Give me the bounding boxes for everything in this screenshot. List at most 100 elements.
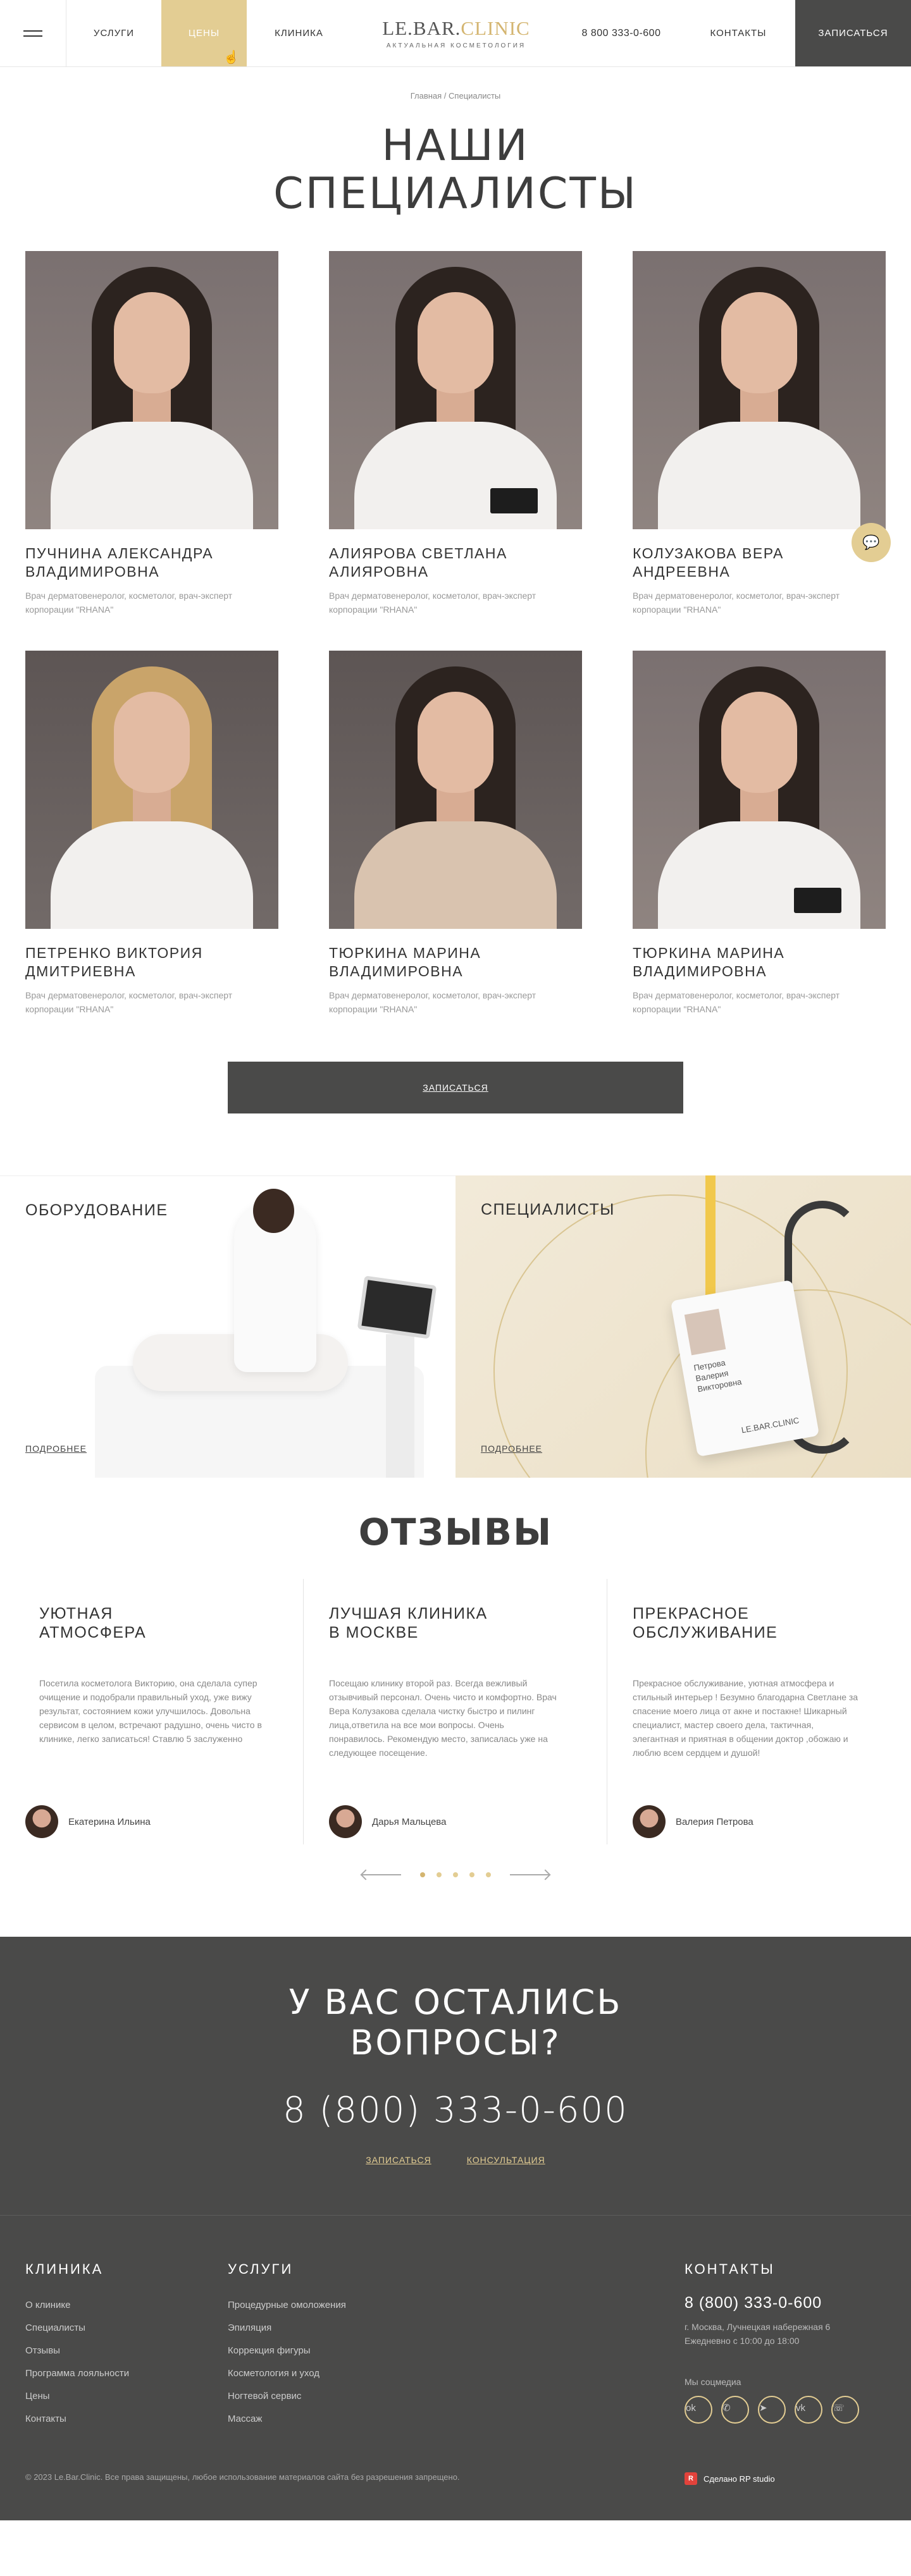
header-book-button[interactable]: Записаться xyxy=(795,0,911,66)
cosmetologist-head-image xyxy=(253,1189,294,1233)
promo-equipment[interactable]: Оборудование Подробнее xyxy=(0,1175,456,1478)
site-logo[interactable]: LE.BAR.CLINIC Актуальная косметология xyxy=(351,0,561,66)
review-title-line1: Лучшая клиника xyxy=(329,1605,488,1622)
review-card: Уютная атмосфера Посетила косметолога Вик… xyxy=(0,1579,304,1844)
specialist-card[interactable]: Колузакова Вера Андреевна Врач дерматове… xyxy=(633,251,886,616)
social-links: ok ✆ ➤ vk ☏ xyxy=(685,2396,886,2424)
breadcrumb[interactable]: Главная / Специалисты xyxy=(0,91,911,101)
slider-dots xyxy=(420,1872,491,1877)
specialist-photo xyxy=(25,651,278,929)
footer-link[interactable]: Программа лояльности xyxy=(25,2362,228,2385)
footer-link[interactable]: Косметология и уход xyxy=(228,2362,685,2385)
made-by-label: Сделано RP studio xyxy=(703,2474,775,2484)
page-title-line1: Наши xyxy=(381,121,530,171)
review-text: Прекрасное обслуживание, уютная атмосфер… xyxy=(633,1678,858,1758)
specialist-photo xyxy=(329,251,582,529)
menu-burger-button[interactable] xyxy=(0,0,66,66)
viber-icon[interactable]: ✆ xyxy=(721,2396,749,2424)
cta-title-line2: вопросы? xyxy=(350,2023,561,2063)
specialist-card[interactable]: Алиярова Светлана Алияровна Врач дермато… xyxy=(329,251,582,616)
cta-title-line1: У вас остались xyxy=(288,1982,623,2022)
telegram-icon[interactable]: ➤ xyxy=(758,2396,786,2424)
cta-title: У вас остались вопросы? xyxy=(0,1982,911,2063)
arrow-right-icon[interactable] xyxy=(510,1874,549,1875)
nav-prices[interactable]: Цены ☝ xyxy=(161,0,247,66)
slider-dot[interactable] xyxy=(469,1872,474,1877)
specialist-name: Тюркина Марина Владимировна xyxy=(329,945,481,979)
footer-social-label: Мы соцмедиа xyxy=(685,2377,741,2387)
footer-link[interactable]: О клинике xyxy=(25,2294,228,2317)
review-title-line2: в Москве xyxy=(329,1624,419,1641)
cta-book-link[interactable]: Записаться xyxy=(366,2155,431,2165)
footer-services-heading: Услуги xyxy=(228,2261,294,2277)
specialist-card[interactable]: Тюркина Марина Владимировна Врач дермато… xyxy=(329,651,582,1016)
slider-dot[interactable] xyxy=(420,1872,425,1877)
footer-link[interactable]: Процедурные омоложения xyxy=(228,2294,685,2317)
specialists-grid: Пучнина Александра Владимировна Врач дер… xyxy=(0,251,911,1016)
slider-dot[interactable] xyxy=(486,1872,491,1877)
footer-clinic-heading: Клиника xyxy=(25,2261,104,2277)
footer-link[interactable]: Массаж xyxy=(228,2408,685,2431)
promo-equipment-title: Оборудование xyxy=(25,1201,168,1219)
review-title-line2: обслуживание xyxy=(633,1624,778,1641)
promo-specialists[interactable]: Специалисты Петрова Валерия Викторовна L… xyxy=(456,1175,911,1478)
footer-link[interactable]: Коррекция фигуры xyxy=(228,2340,685,2362)
cta-phone[interactable]: 8 (800) 333-0-600 xyxy=(0,2090,911,2131)
footer-link[interactable]: Цены xyxy=(25,2385,228,2408)
review-title: Уютная атмосфера xyxy=(39,1604,278,1642)
specialist-name: Алиярова Светлана Алияровна xyxy=(329,545,507,580)
specialist-card[interactable]: Тюркина Марина Владимировна Врач дермато… xyxy=(633,651,886,1016)
specialist-name: Тюркина Марина Владимировна xyxy=(633,945,785,979)
avatar xyxy=(329,1805,362,1838)
book-button-wide[interactable]: Записаться xyxy=(228,1062,683,1113)
specialist-card[interactable]: Пучнина Александра Владимировна Врач дер… xyxy=(25,251,278,616)
review-title: Лучшая клиника в Москве xyxy=(329,1604,581,1642)
burger-line xyxy=(23,30,42,32)
arrow-left-icon[interactable] xyxy=(362,1874,401,1875)
review-author: Екатерина Ильина xyxy=(25,1805,151,1838)
specialist-photo xyxy=(25,251,278,529)
header-phone[interactable]: 8 800 333-0-600 xyxy=(561,0,681,66)
badge-name: Петрова Валерия Викторовна xyxy=(693,1358,743,1394)
site-footer: Клиника О клинике Специалисты Отзывы Про… xyxy=(0,2215,911,2520)
slider-dot[interactable] xyxy=(453,1872,458,1877)
review-author-name: Дарья Мальцева xyxy=(372,1816,447,1827)
review-author-name: Екатерина Ильина xyxy=(68,1816,151,1827)
nav-prices-label: Цены xyxy=(188,28,220,39)
footer-link[interactable]: Контакты xyxy=(25,2408,228,2431)
footer-link[interactable]: Отзывы xyxy=(25,2340,228,2362)
chat-icon[interactable]: 💬 xyxy=(852,523,891,562)
specialist-card[interactable]: Петренко Виктория Дмитриевна Врач дермат… xyxy=(25,651,278,1016)
review-card: Прекрасное обслуживание Прекрасное обслуж… xyxy=(607,1579,911,1844)
hand-cursor-icon: ☝ xyxy=(223,51,240,64)
vk-icon[interactable]: vk xyxy=(795,2396,822,2424)
footer-link[interactable]: Ногтевой сервис xyxy=(228,2385,685,2408)
footer-link[interactable]: Специалисты xyxy=(25,2317,228,2340)
nav-contacts[interactable]: Контакты xyxy=(681,0,795,66)
review-text: Посещаю клинику второй раз. Всегда вежли… xyxy=(329,1678,557,1758)
cta-section: У вас остались вопросы? 8 (800) 333-0-600… xyxy=(0,1937,911,2215)
whatsapp-icon[interactable]: ☏ xyxy=(831,2396,859,2424)
specialist-photo xyxy=(633,251,886,529)
equipment-monitor-image xyxy=(357,1275,437,1339)
specialist-role: Врач дерматовенеролог, косметолог, врач-… xyxy=(25,591,233,615)
footer-address: г. Москва, Лучнецкая набережная 6 xyxy=(685,2322,831,2332)
made-by[interactable]: R Сделано RP studio xyxy=(685,2472,886,2485)
footer-phone[interactable]: 8 (800) 333-0-600 xyxy=(685,2294,886,2312)
page-title: Наши специалисты xyxy=(0,122,911,218)
footer-link[interactable]: Эпиляция xyxy=(228,2317,685,2340)
slider-dot[interactable] xyxy=(437,1872,442,1877)
footer-bottom: © 2023 Le.Bar.Clinic. Все права защищены… xyxy=(25,2472,886,2485)
review-title-line2: атмосфера xyxy=(39,1624,147,1641)
badge-photo xyxy=(684,1308,726,1356)
badge-logo: LE.BAR.CLINIC xyxy=(740,1415,800,1435)
promo-specialists-title: Специалисты xyxy=(481,1201,615,1218)
review-title: Прекрасное обслуживание xyxy=(633,1604,886,1642)
nav-services[interactable]: Услуги xyxy=(66,0,161,66)
nav-clinic[interactable]: Клиника xyxy=(247,0,351,66)
promo-specialists-link[interactable]: Подробнее xyxy=(481,1444,542,1454)
odnoklassniki-icon[interactable]: ok xyxy=(685,2396,712,2424)
promo-equipment-link[interactable]: Подробнее xyxy=(25,1444,87,1454)
review-author: Дарья Мальцева xyxy=(329,1805,446,1838)
cta-consult-link[interactable]: Консультация xyxy=(467,2155,545,2165)
